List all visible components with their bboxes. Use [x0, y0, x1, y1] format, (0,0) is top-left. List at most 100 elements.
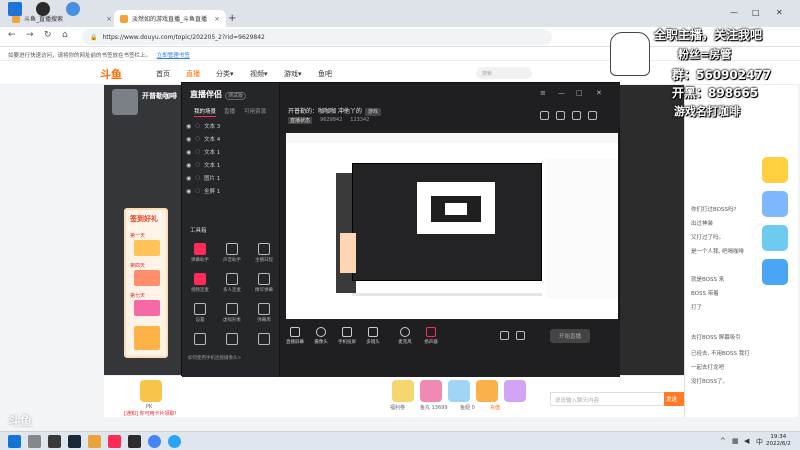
event-badge-icon[interactable]	[762, 191, 788, 217]
nav-game[interactable]: 游戏▾	[284, 69, 302, 79]
nav-live[interactable]: 直播	[186, 69, 200, 79]
tool-schedule[interactable]: 主播日程	[250, 243, 278, 263]
eye-icon[interactable]: ◉	[186, 136, 191, 143]
pk-icon[interactable]	[140, 380, 162, 402]
nav-fishbar[interactable]: 鱼吧	[318, 69, 332, 79]
gift-icon[interactable]	[504, 380, 526, 402]
nav-home[interactable]: 首页	[156, 69, 170, 79]
tool-highlight[interactable]: 精华弹幕	[250, 273, 278, 293]
camera-help-link[interactable]: 如何使用手机连接摄像头>	[188, 355, 241, 361]
new-tab-button[interactable]: +	[228, 13, 236, 24]
minimize-icon[interactable]: —	[558, 89, 565, 97]
lock-icon[interactable]: ▢	[195, 136, 200, 142]
menu-icon[interactable]: ≡	[540, 89, 546, 97]
send-button[interactable]: 发送	[664, 392, 684, 406]
source-item[interactable]: ◉ ▢ 全屏 1	[186, 186, 276, 196]
eye-icon[interactable]: ◉	[186, 149, 191, 156]
task-view-icon[interactable]	[48, 435, 61, 448]
tool-video-link[interactable]: 视频连麦	[186, 273, 214, 293]
tool-settings[interactable]: 设置	[186, 303, 214, 323]
clock[interactable]: 19:34 2022/6/2	[766, 434, 791, 448]
desktop-app-icon[interactable]	[66, 2, 80, 16]
lock-icon[interactable]: ▢	[195, 149, 200, 155]
gift-icon[interactable]	[420, 380, 442, 402]
gift-icon[interactable]	[448, 380, 470, 402]
gift-label[interactable]: 福利卷	[390, 404, 405, 411]
eye-icon[interactable]: ◉	[186, 188, 191, 195]
layout-icon[interactable]	[572, 111, 581, 120]
nav-category[interactable]: 分类▾	[216, 69, 234, 79]
gift-icon[interactable]	[556, 111, 565, 120]
tool-extra[interactable]	[186, 333, 214, 345]
stream-preview[interactable]	[286, 133, 618, 319]
stream-title[interactable]: 开普勒的：咖咖咖 冲他丫的 游戏	[288, 106, 381, 116]
eye-icon[interactable]: ◉	[186, 162, 191, 169]
search-icon[interactable]	[28, 435, 41, 448]
eye-icon[interactable]: ◉	[186, 123, 191, 130]
microphone-button[interactable]: 麦克风	[392, 327, 418, 345]
screen-capture-button[interactable]: 直播屏幕	[282, 327, 308, 345]
lock-icon[interactable]: ▢	[195, 162, 200, 168]
tool-danmaku-helper[interactable]: 弹幕助手	[186, 243, 214, 263]
settings-icon[interactable]	[500, 331, 509, 340]
reload-icon[interactable]: ↻	[44, 30, 52, 40]
gift-icon[interactable]	[476, 380, 498, 402]
lock-icon[interactable]: ▢	[195, 188, 200, 194]
tool-avatar[interactable]: 虚拟形象	[218, 303, 246, 323]
sign-in-promo-card[interactable]: 签到好礼 第一天 第四天 第七天	[124, 208, 168, 358]
tool-extra[interactable]	[218, 333, 246, 345]
network-icon[interactable]: ▦	[732, 437, 739, 445]
gear-icon[interactable]	[516, 331, 525, 340]
search-input[interactable]: 搜索	[476, 67, 532, 79]
avatar[interactable]	[112, 89, 138, 115]
source-item[interactable]: ◉ ▢ 文本 4	[186, 134, 276, 144]
anchor-name[interactable]: 开普勒咖啡	[142, 91, 177, 101]
event-badge-icon[interactable]	[762, 259, 788, 285]
browser-tab[interactable]: 斗鱼_直播搜索 ×	[6, 10, 118, 27]
screen-icon[interactable]	[588, 111, 597, 120]
gift-icon[interactable]	[392, 380, 414, 402]
windows-start-icon[interactable]	[8, 435, 21, 448]
desktop-app-icon[interactable]	[8, 2, 22, 16]
source-item[interactable]: ◉ ▢ 文本 1	[186, 147, 276, 157]
browser-tab-active[interactable]: 淡然如的游戏直播_斗鱼直播 ×	[114, 10, 226, 27]
room-notice[interactable]: [通知] 你可用卡片领取!	[124, 410, 177, 417]
chat-input[interactable]: 说说输入聊天内容	[550, 392, 666, 406]
speaker-button[interactable]: 扬声器	[418, 327, 444, 345]
close-icon[interactable]: ×	[106, 15, 112, 23]
phone-cast-button[interactable]: 手机投屏	[334, 327, 360, 345]
forward-icon[interactable]: →	[26, 30, 34, 40]
source-item[interactable]: ◉ ▢ 文本 3	[186, 121, 276, 131]
tab-live[interactable]: 直播	[224, 107, 235, 115]
nav-video[interactable]: 视频▾	[250, 69, 268, 79]
close-icon[interactable]: ✕	[596, 89, 602, 97]
tool-multi-link[interactable]: 多人连麦	[218, 273, 246, 293]
edge-icon[interactable]	[168, 435, 181, 448]
maximize-icon[interactable]: □	[576, 89, 583, 97]
lock-icon[interactable]: ▢	[195, 123, 200, 129]
address-bar[interactable]: 🔒 https://www.douyu.com/topic/202205_2?r…	[82, 29, 552, 45]
eye-icon[interactable]: ◉	[186, 175, 191, 182]
manage-bookmarks-link[interactable]: 立即管理书签	[157, 53, 190, 59]
camera-button[interactable]: 摄像头	[308, 327, 334, 345]
close-icon[interactable]: ×	[214, 15, 220, 23]
douyu-logo[interactable]: 斗鱼	[100, 66, 122, 82]
source-item[interactable]: ◉ ▢ 图片 1	[186, 173, 276, 183]
start-live-button[interactable]: 开始直播	[550, 329, 590, 343]
steam-icon[interactable]	[68, 435, 81, 448]
tab-scenes[interactable]: 我的场景	[194, 107, 217, 117]
back-icon[interactable]: ←	[8, 30, 16, 40]
volume-icon[interactable]: ◀	[744, 437, 749, 445]
chrome-icon[interactable]	[148, 435, 161, 448]
chevron-up-icon[interactable]: ^	[720, 437, 726, 445]
tab-resources[interactable]: 可用资源	[244, 107, 266, 115]
ime-icon[interactable]: 中	[756, 437, 763, 447]
multi-camera-button[interactable]: 多镜头	[360, 327, 386, 345]
tool-danmaku-lib[interactable]: 弹幕库	[250, 303, 278, 323]
lock-icon[interactable]: ▢	[195, 175, 200, 181]
tool-sound-helper[interactable]: 声音助手	[218, 243, 246, 263]
stream-category-tag[interactable]: 游戏	[364, 108, 381, 116]
folder-icon[interactable]	[88, 435, 101, 448]
desktop-app-icon[interactable]	[36, 2, 50, 16]
share-icon[interactable]	[540, 111, 549, 120]
